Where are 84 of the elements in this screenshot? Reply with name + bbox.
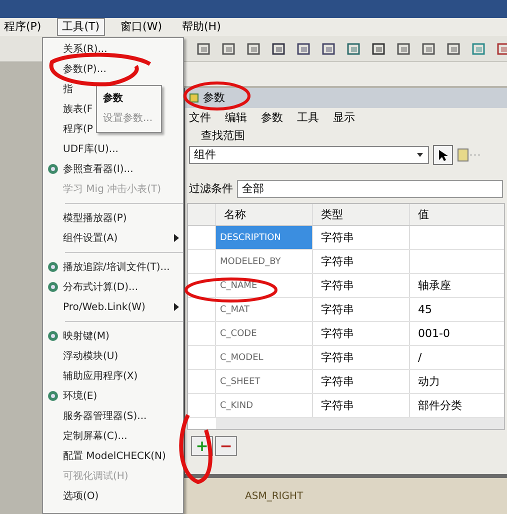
menu-item[interactable]: 辅助应用程序(X)	[63, 368, 138, 384]
menu-item[interactable]: 程序(P)	[0, 18, 46, 36]
menu-item[interactable]: 配置 ModelCHECK(N)	[63, 448, 166, 464]
toolbar-icon[interactable]	[271, 40, 287, 56]
table-cell: 字符串	[313, 394, 410, 417]
filter-field[interactable]: 全部	[237, 180, 503, 198]
table-cell: 字符串	[313, 346, 410, 369]
window-icon	[189, 93, 199, 103]
table-cell-text: 轴承座	[417, 278, 452, 294]
toolbar-icon[interactable]	[296, 40, 312, 56]
dialog-menu-item[interactable]: 参数	[261, 110, 283, 126]
table-cell[interactable]: C_KIND	[216, 394, 313, 417]
table-cell-text: /	[417, 350, 423, 366]
menu-item[interactable]: 浮动模块(U)	[63, 348, 118, 364]
table-cell[interactable]: C_MODEL	[216, 346, 313, 369]
menu-item[interactable]: Pro/Web.Link(W)	[63, 300, 146, 314]
caret-icon	[416, 152, 424, 158]
lookin-dropdown[interactable]: 组件	[189, 146, 429, 164]
table-cell[interactable]: C_NAME	[216, 274, 313, 297]
horizontal-scrollbar[interactable]	[216, 418, 504, 429]
pointer-icon	[438, 149, 448, 161]
table-cell[interactable]: C_SHEET	[216, 370, 313, 393]
menu-item[interactable]: 选项(O)	[63, 488, 99, 504]
submenu-item[interactable]: 参数	[97, 89, 161, 109]
menu-item[interactable]: 参照查看器(I)...	[63, 162, 134, 176]
menu-item[interactable]: 服务器管理器(S)...	[63, 408, 147, 424]
menu-item[interactable]: 播放追踪/培训文件(T)...	[63, 260, 170, 274]
table-cell: 字符串	[313, 370, 410, 393]
toolbar-icon[interactable]	[246, 40, 262, 56]
dialog-menu-item[interactable]: 显示	[333, 110, 355, 126]
toolbar-icon[interactable]	[371, 40, 387, 56]
toolbar-icon[interactable]	[221, 40, 237, 56]
dialog-title: 参数	[203, 90, 225, 106]
menu-item[interactable]: 工具(T)	[57, 18, 105, 36]
table-cell: 字符串	[313, 226, 410, 249]
column-header[interactable]: 名称	[216, 204, 313, 225]
menu-item-icon	[47, 390, 59, 402]
menu-item[interactable]: 映射键(M)	[63, 328, 110, 344]
menu-item[interactable]: 关系(R)...	[63, 42, 108, 56]
column-header[interactable]: 类型	[313, 204, 410, 225]
datum-label: ASM_RIGHT	[245, 491, 304, 502]
menu-item[interactable]: 指	[63, 82, 73, 96]
menu-item[interactable]: 环境(E)	[63, 388, 98, 404]
menu-item[interactable]: 组件设置(A)	[63, 230, 118, 246]
menu-item[interactable]: 族表(F	[63, 102, 93, 116]
table-cell[interactable]: C_MAT	[216, 298, 313, 321]
toolbar-icon[interactable]	[346, 40, 362, 56]
dialog-menu-item[interactable]: 工具	[297, 110, 319, 126]
menu-item-icon	[47, 281, 59, 293]
toolbar-icon[interactable]	[446, 40, 462, 56]
lookin-label: 查找范围	[200, 128, 246, 143]
table-cell-text: 动力	[417, 374, 441, 390]
remove-button[interactable]: −	[215, 436, 237, 456]
menu-item[interactable]: 帮助(H)	[178, 18, 225, 36]
table-cell-text: 部件分类	[417, 398, 463, 414]
table-cell-text: 45	[417, 302, 433, 318]
filter-label: 过滤条件	[189, 180, 233, 197]
table-cell: 字符串	[313, 322, 410, 345]
toolbar-icon[interactable]	[396, 40, 412, 56]
menu-item[interactable]: 定制屏幕(C)...	[63, 428, 128, 444]
menu-item-icon	[47, 261, 59, 273]
table-cell-text: 001-0	[417, 326, 451, 342]
menu-item[interactable]: 模型播放器(P)	[63, 210, 127, 226]
menu-item[interactable]: 参数(P)...	[63, 62, 106, 76]
column-header[interactable]: 值	[410, 204, 504, 225]
toolbar-icon[interactable]	[321, 40, 337, 56]
menu-item[interactable]: UDF库(U)...	[63, 142, 118, 156]
table-cell[interactable]: MODELED_BY	[216, 250, 313, 273]
table-cell: 字符串	[313, 274, 410, 297]
menu-item-icon	[47, 330, 59, 342]
menu-item[interactable]: 程序(P	[63, 122, 93, 136]
menu-item-icon	[47, 163, 59, 175]
table-cell: 字符串	[313, 250, 410, 273]
annotation-circle	[183, 81, 251, 111]
table-cell[interactable]: C_CODE	[216, 322, 313, 345]
dialog-menu-item[interactable]: 编辑	[225, 110, 247, 126]
table-cell: 字符串	[313, 298, 410, 321]
dialog-menu-item[interactable]: 文件	[189, 110, 211, 126]
model-icon[interactable]	[457, 148, 483, 162]
toolbar-icon[interactable]	[196, 40, 212, 56]
menu-item[interactable]: 分布式计算(D)...	[63, 280, 138, 294]
select-button[interactable]	[433, 145, 453, 165]
menu-item[interactable]: 窗口(W)	[116, 18, 166, 36]
toolbar-icon[interactable]	[421, 40, 437, 56]
